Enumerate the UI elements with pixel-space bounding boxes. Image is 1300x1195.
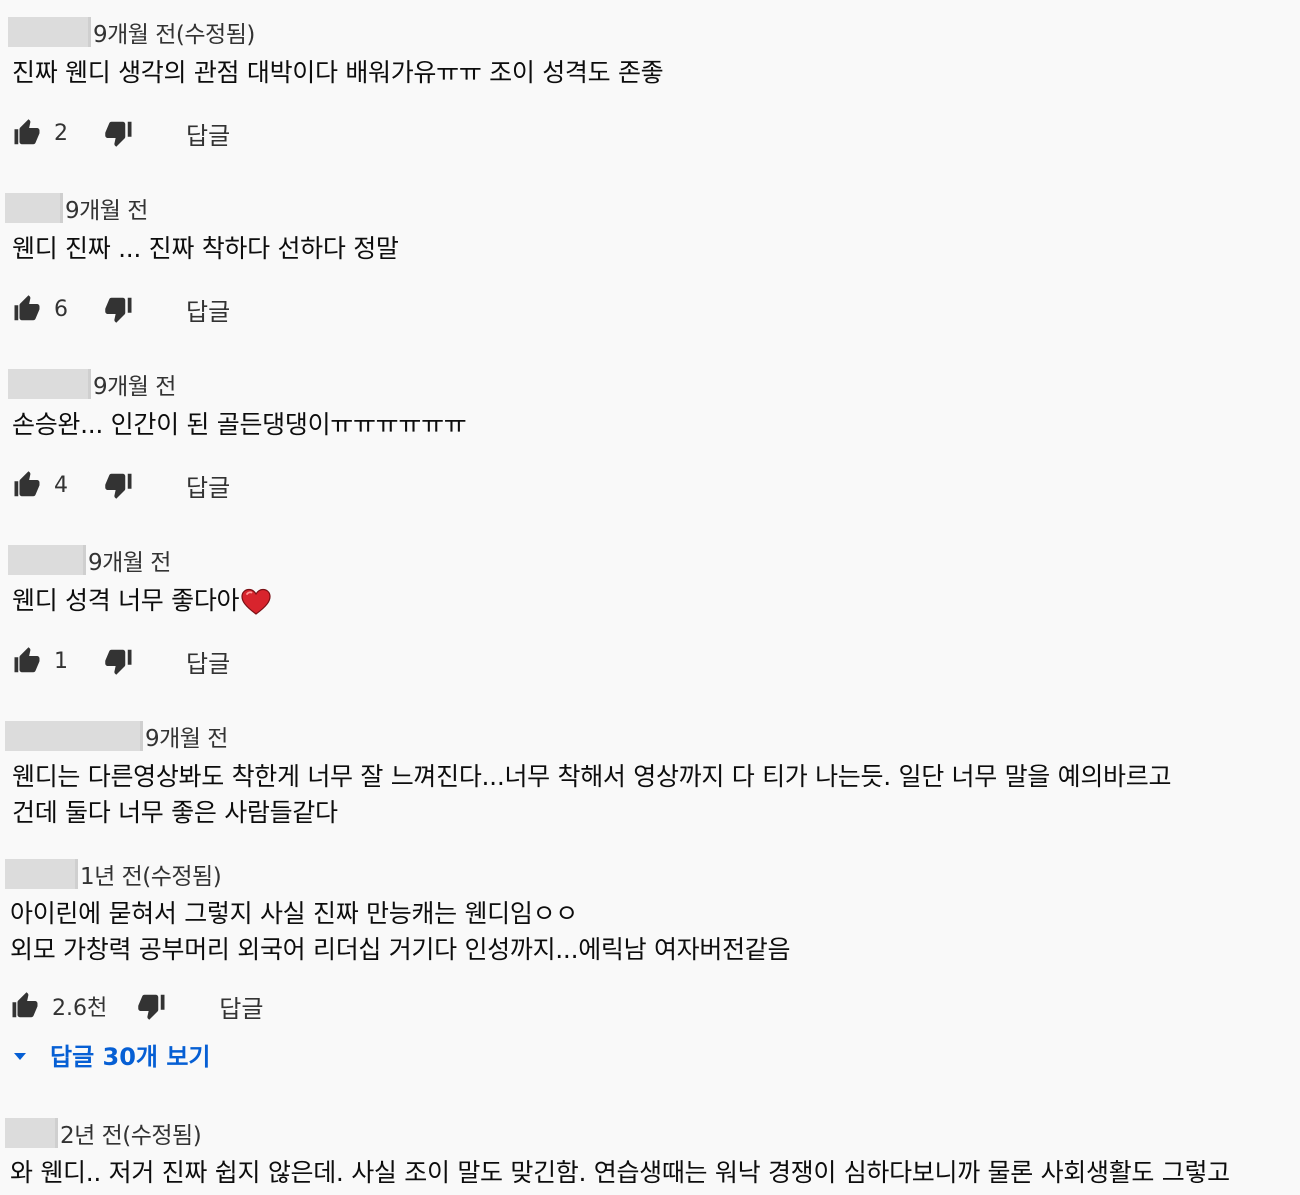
comment-text-line: 아이린에 묻혀서 그렇지 사실 진짜 만능캐는 웬디임ㅇㅇ <box>10 899 578 928</box>
thumb-up-icon[interactable] <box>12 470 42 500</box>
comment-text: 진짜 웬디 생각의 관점 대박이다 배워가유ㅠㅠ 조이 성격도 존좋 <box>12 55 664 91</box>
reply-button[interactable]: 답글 <box>186 468 230 503</box>
reply-button[interactable]: 답글 <box>186 116 230 151</box>
redacted-author-name <box>8 545 86 575</box>
comment-meta: 9개월 전 <box>8 367 176 401</box>
thumb-up-icon[interactable] <box>12 646 42 676</box>
heart-emoji-icon <box>241 588 271 616</box>
comment-actions: 1 답글 <box>12 644 230 679</box>
reply-button[interactable]: 답글 <box>186 644 230 679</box>
like-count: 4 <box>54 472 68 498</box>
reply-button[interactable]: 답글 <box>186 292 230 327</box>
like-count: 2 <box>54 120 68 146</box>
comment-text-line: 진짜 웬디 생각의 관점 대박이다 배워가유ㅠㅠ 조이 성격도 존좋 <box>12 58 664 87</box>
comment-text: 아이린에 묻혀서 그렇지 사실 진짜 만능캐는 웬디임ㅇㅇ 외모 가창력 공부머… <box>10 896 790 968</box>
comment-text-line: 외모 가창력 공부머리 외국어 리더십 거기다 인성까지...에릭남 여자버전같… <box>10 935 791 964</box>
comment-text-line: 웬디 진짜 ... 진짜 착하다 선하다 정말 <box>12 234 399 263</box>
comment-text-line: 웬디는 다른영상봐도 착한게 너무 잘 느껴진다...너무 착해서 영상까지 다… <box>12 762 1172 791</box>
caret-down-icon <box>10 1044 30 1064</box>
redacted-author-name <box>5 721 143 751</box>
view-replies-button[interactable]: 답글 30개 보기 <box>10 1037 211 1071</box>
comment-text-content: 웬디 성격 너무 좋다아 <box>12 586 240 615</box>
comment-timestamp[interactable]: 1년 전(수정됨) <box>80 857 222 891</box>
comment-text-line: 웬디 성격 너무 좋다아 <box>12 583 271 619</box>
redacted-author-name <box>8 369 91 399</box>
thumb-up-icon[interactable] <box>12 118 42 148</box>
comment-actions: 4 답글 <box>12 468 230 503</box>
comment-actions: 2 답글 <box>12 116 230 151</box>
redacted-author-name <box>5 193 63 223</box>
comment-text: 웬디 성격 너무 좋다아 <box>12 583 271 619</box>
thumb-up-icon[interactable] <box>12 294 42 324</box>
thumb-down-icon[interactable] <box>104 118 134 148</box>
comment-timestamp[interactable]: 9개월 전 <box>93 367 176 401</box>
view-replies-label: 답글 30개 보기 <box>50 1042 211 1071</box>
like-count: 2.6천 <box>52 996 108 1021</box>
comment-text: 와 웬디.. 저거 진짜 쉽지 않은데. 사실 조이 말도 맞긴함. 연습생때는… <box>10 1155 1230 1191</box>
comment-timestamp[interactable]: 9개월 전 <box>65 191 148 225</box>
redacted-author-name <box>8 17 91 47</box>
comment-text-line: 와 웬디.. 저거 진짜 쉽지 않은데. 사실 조이 말도 맞긴함. 연습생때는… <box>10 1158 1230 1187</box>
redacted-author-name <box>5 1118 58 1148</box>
thumb-down-icon[interactable] <box>137 991 167 1021</box>
comment-timestamp[interactable]: 9개월 전 <box>88 543 171 577</box>
comment-meta: 1년 전(수정됨) <box>5 857 222 891</box>
redacted-author-name <box>5 859 78 889</box>
thumb-down-icon[interactable] <box>104 470 134 500</box>
comment-text-line: 건데 둘다 너무 좋은 사람들같다 <box>12 798 338 827</box>
reply-button[interactable]: 답글 <box>219 989 263 1024</box>
comment-actions: 6 답글 <box>12 292 230 327</box>
comment-text: 웬디 진짜 ... 진짜 착하다 선하다 정말 <box>12 231 399 267</box>
comment-meta: 9개월 전 <box>5 719 228 753</box>
comment-meta: 2년 전(수정됨) <box>5 1116 202 1150</box>
comment-meta: 9개월 전 <box>8 543 171 577</box>
comment-timestamp[interactable]: 9개월 전 <box>145 719 228 753</box>
like-count: 6 <box>54 296 68 322</box>
comment-timestamp[interactable]: 2년 전(수정됨) <box>60 1116 202 1150</box>
like-count: 1 <box>54 648 68 674</box>
comment-text: 웬디는 다른영상봐도 착한게 너무 잘 느껴진다...너무 착해서 영상까지 다… <box>12 759 1171 831</box>
comment-timestamp[interactable]: 9개월 전(수정됨) <box>93 15 255 49</box>
thumb-down-icon[interactable] <box>104 294 134 324</box>
comment-meta: 9개월 전 <box>5 191 148 225</box>
comment-actions: 2.6천 답글 <box>10 989 263 1024</box>
comment-text-line: 손승완... 인간이 된 골든댕댕이ㅠㅠㅠㅠㅠㅠ <box>12 410 467 439</box>
comment-meta: 9개월 전(수정됨) <box>8 15 255 49</box>
comment-text: 손승완... 인간이 된 골든댕댕이ㅠㅠㅠㅠㅠㅠ <box>12 407 467 443</box>
thumb-up-icon[interactable] <box>10 991 40 1021</box>
thumb-down-icon[interactable] <box>104 646 134 676</box>
